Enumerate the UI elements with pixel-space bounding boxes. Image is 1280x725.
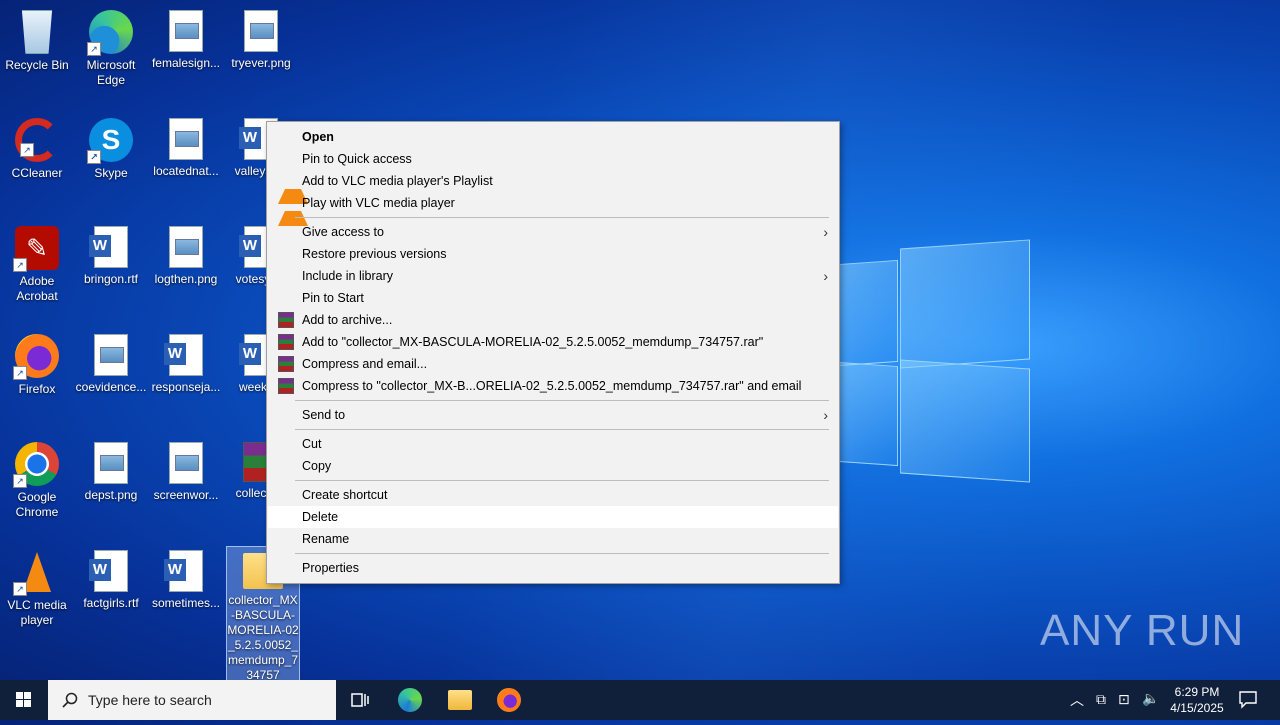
context-menu: Open Pin to Quick access Add to VLC medi…: [266, 121, 840, 584]
winrar-icon: [278, 378, 294, 394]
desktop-icon-sometimes[interactable]: W sometimes...: [149, 544, 223, 611]
task-view-button[interactable]: [348, 688, 372, 712]
image-file-icon: [169, 226, 203, 268]
shortcut-arrow-icon: ↗: [13, 582, 27, 596]
menu-item-rename[interactable]: Rename: [268, 528, 838, 550]
desktop-icon-depst-png[interactable]: depst.png: [74, 436, 148, 503]
shortcut-arrow-icon: ↗: [20, 143, 34, 157]
shortcut-arrow-icon: ↗: [87, 42, 101, 56]
desktop-icon-locatednat[interactable]: locatednat...: [149, 112, 223, 179]
chrome-icon: ↗: [13, 442, 59, 488]
desktop-icon-ccleaner[interactable]: ↗ CCleaner: [0, 112, 74, 181]
chevron-up-icon: ︿: [1070, 692, 1084, 708]
clock[interactable]: 6:29 PM 4/15/2025: [1166, 684, 1228, 716]
chevron-right-icon: ›: [823, 268, 828, 284]
desktop-icon-microsoft-edge[interactable]: ↗ Microsoft Edge: [74, 4, 148, 88]
menu-item-send-to[interactable]: Send to ›: [268, 404, 838, 426]
notification-icon: [1239, 691, 1257, 709]
word-document-icon: W: [89, 226, 128, 268]
desktop-icon-factgirls-rtf[interactable]: W factgirls.rtf: [74, 544, 148, 611]
taskbar-file-explorer-button[interactable]: [448, 690, 472, 710]
menu-item-include-library[interactable]: Include in library ›: [268, 265, 838, 287]
desktop-icon-logthen-png[interactable]: logthen.png: [149, 220, 223, 287]
menu-item-create-shortcut[interactable]: Create shortcut: [268, 484, 838, 506]
desktop-icon-firefox[interactable]: ↗ Firefox: [0, 328, 74, 397]
winrar-icon: [278, 312, 294, 328]
menu-item-compress-email[interactable]: Compress and email...: [268, 353, 838, 375]
menu-item-add-to-rar[interactable]: Add to "collector_MX-BASCULA-MORELIA-02_…: [268, 331, 838, 353]
ccleaner-icon: ↗: [15, 118, 59, 162]
desktop-icon-google-chrome[interactable]: ↗ Google Chrome: [0, 436, 74, 520]
shortcut-arrow-icon: ↗: [13, 258, 27, 272]
desktop-icon-adobe-acrobat[interactable]: ✎ ↗ Adobe Acrobat: [0, 220, 74, 304]
menu-item-play-vlc[interactable]: Play with VLC media player: [268, 192, 838, 226]
volume-icon[interactable]: 🔈: [1142, 690, 1159, 707]
desktop-icon-screenwor[interactable]: screenwor...: [149, 436, 223, 503]
show-hidden-icons-button[interactable]: ︿: [1070, 690, 1084, 710]
image-file-icon: [94, 442, 128, 484]
menu-item-compress-to-rar-email[interactable]: Compress to "collector_MX-B...ORELIA-02_…: [268, 375, 838, 397]
desktop-icon-vlc[interactable]: ↗ VLC media player: [0, 544, 74, 628]
firefox-icon: ↗: [13, 334, 59, 380]
acrobat-icon: ✎ ↗: [13, 226, 59, 272]
start-button[interactable]: [0, 680, 48, 720]
menu-item-open[interactable]: Open: [268, 126, 838, 148]
windows-logo-wallpaper: [820, 239, 1040, 483]
word-document-icon: W: [164, 334, 203, 376]
windows-start-icon: [16, 692, 31, 707]
image-file-icon: [94, 334, 128, 376]
menu-item-delete[interactable]: Delete: [268, 506, 838, 528]
menu-separator: [295, 553, 829, 554]
shortcut-arrow-icon: ↗: [13, 366, 27, 380]
network-icon[interactable]: ⊡: [1118, 691, 1130, 708]
clock-date: 4/15/2025: [1170, 701, 1224, 715]
taskbar-search-box[interactable]: Type here to search: [48, 680, 336, 720]
desktop-icon-recycle-bin[interactable]: Recycle Bin: [0, 4, 74, 73]
desktop-icon-femalesign[interactable]: femalesign...: [149, 4, 223, 71]
clock-time: 6:29 PM: [1174, 685, 1220, 699]
desktop-icon-coevidence[interactable]: coevidence...: [74, 328, 148, 395]
taskbar-edge-button[interactable]: [398, 688, 422, 712]
winrar-icon: [278, 334, 294, 350]
anyrun-watermark: ANY RUN: [1040, 606, 1245, 655]
menu-separator: [295, 400, 829, 401]
shortcut-arrow-icon: ↗: [87, 150, 101, 164]
image-file-icon: [244, 10, 278, 52]
menu-item-add-vlc-playlist[interactable]: Add to VLC media player's Playlist: [268, 170, 838, 204]
menu-item-properties[interactable]: Properties: [268, 557, 838, 579]
image-file-icon: [169, 442, 203, 484]
action-center-button[interactable]: [1238, 689, 1258, 709]
chevron-right-icon: ›: [823, 407, 828, 423]
menu-item-copy[interactable]: Copy: [268, 455, 838, 477]
menu-separator: [295, 429, 829, 430]
taskbar: Type here to search ︿ ⧉ ⊡ 🔈 6:29 PM 4/15…: [0, 680, 1280, 720]
desktop-icon-tryever-png[interactable]: tryever.png: [224, 4, 298, 71]
skype-icon: S ↗: [87, 118, 133, 164]
image-file-icon: [169, 118, 203, 160]
word-document-icon: W: [164, 550, 203, 592]
search-icon: [62, 692, 78, 708]
taskbar-firefox-button[interactable]: [497, 688, 521, 712]
word-document-icon: W: [89, 550, 128, 592]
edge-icon: ↗: [87, 10, 133, 56]
task-view-icon: [351, 693, 369, 707]
recycle-bin-icon: [21, 10, 53, 54]
chevron-right-icon: ›: [823, 224, 828, 240]
winrar-icon: [278, 356, 294, 372]
shortcut-arrow-icon: ↗: [13, 474, 27, 488]
menu-item-pin-quick-access[interactable]: Pin to Quick access: [268, 148, 838, 170]
desktop-icon-skype[interactable]: S ↗ Skype: [74, 112, 148, 181]
desktop-icon-bringon-rtf[interactable]: W bringon.rtf: [74, 220, 148, 287]
menu-item-pin-start[interactable]: Pin to Start: [268, 287, 838, 309]
menu-item-cut[interactable]: Cut: [268, 433, 838, 455]
menu-item-add-archive[interactable]: Add to archive...: [268, 309, 838, 331]
menu-item-give-access[interactable]: Give access to ›: [268, 221, 838, 243]
menu-item-restore-versions[interactable]: Restore previous versions: [268, 243, 838, 265]
desktop-icon-responseja[interactable]: W responseja...: [149, 328, 223, 395]
image-file-icon: [169, 10, 203, 52]
menu-separator: [295, 217, 829, 218]
tray-device-icon[interactable]: ⧉: [1096, 691, 1106, 708]
vlc-icon: ↗: [13, 550, 59, 596]
menu-separator: [295, 480, 829, 481]
